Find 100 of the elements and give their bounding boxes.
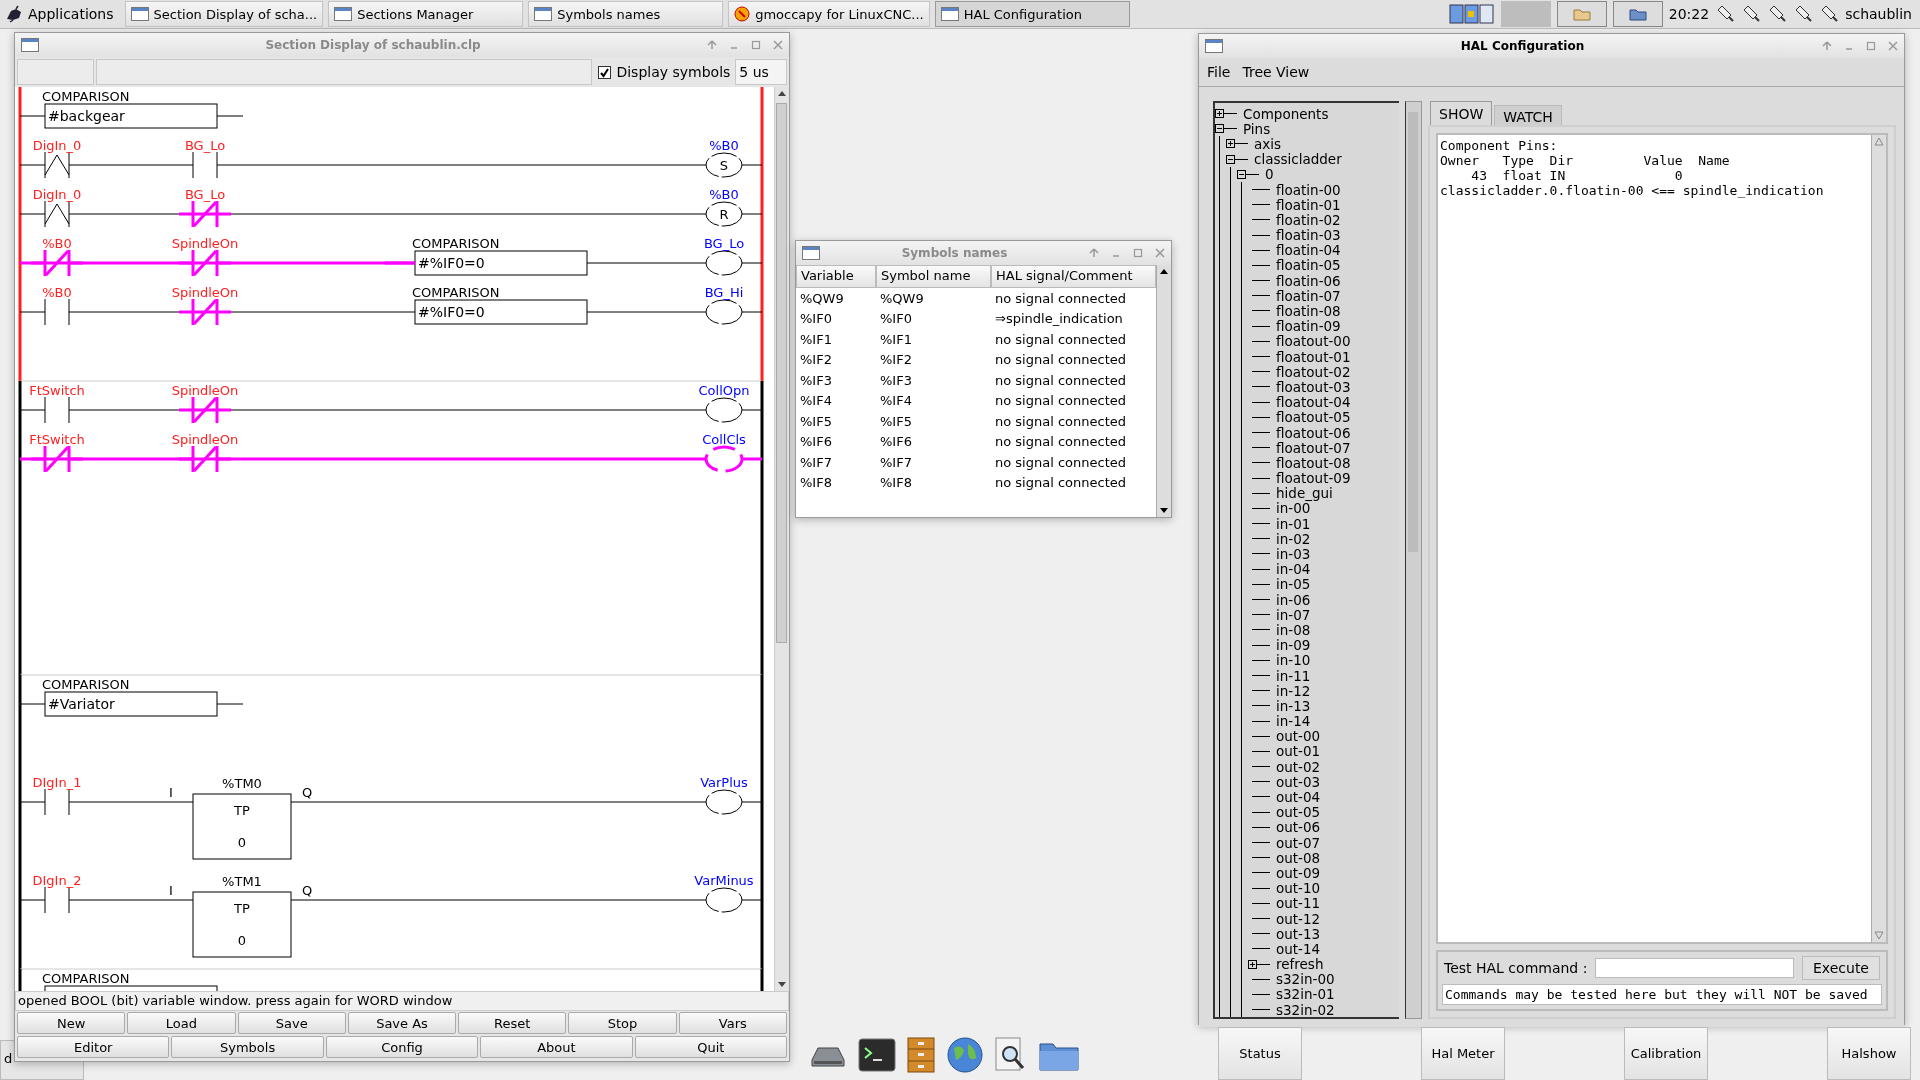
tree-item[interactable]: out-06 — [1276, 819, 1321, 836]
tree-item[interactable]: in-09 — [1276, 637, 1311, 654]
applications-menu[interactable]: Applications — [0, 1, 120, 27]
cabinet-icon[interactable] — [906, 1037, 936, 1073]
tree-item[interactable]: floatin-00 — [1276, 181, 1341, 198]
tree-item[interactable]: floatout-07 — [1276, 439, 1351, 456]
tree-item[interactable]: out-05 — [1276, 804, 1321, 821]
plug-icon[interactable] — [1715, 4, 1736, 24]
maximize-icon[interactable] — [1133, 248, 1143, 258]
tree-item[interactable]: out-00 — [1276, 728, 1321, 745]
tree-item[interactable]: floatout-04 — [1276, 394, 1351, 411]
toolbar-button[interactable]: Config — [325, 1036, 479, 1058]
tree-item[interactable]: out-04 — [1276, 789, 1321, 806]
plug-icon[interactable] — [1819, 4, 1840, 24]
panel-button[interactable]: Status — [1218, 1027, 1302, 1080]
taskbar-button[interactable]: Sections Manager — [328, 1, 524, 27]
tree-item[interactable]: floatin-07 — [1276, 287, 1341, 304]
tree-item[interactable]: floatout-00 — [1276, 333, 1351, 350]
tree-item[interactable]: in-02 — [1276, 530, 1311, 547]
tree-item[interactable]: floatout-08 — [1276, 454, 1351, 471]
tree-item[interactable]: floatin-05 — [1276, 257, 1341, 274]
taskbar-button[interactable]: Symbols names — [528, 1, 724, 27]
toolbar-button[interactable]: Stop — [568, 1012, 677, 1034]
checkbox[interactable] — [598, 65, 612, 79]
toolbar-button[interactable]: Editor — [17, 1036, 170, 1058]
tree-item[interactable]: in-06 — [1276, 591, 1311, 608]
column-header[interactable]: Variable — [796, 265, 876, 288]
tree-item[interactable]: Pins — [1243, 120, 1271, 137]
tree-item[interactable]: floatin-03 — [1276, 227, 1341, 244]
plug-icon[interactable] — [1741, 4, 1762, 24]
toolbar-button[interactable]: Vars — [678, 1012, 787, 1034]
tree-item[interactable]: floatin-02 — [1276, 211, 1341, 228]
column-header[interactable]: Symbol name — [876, 265, 991, 288]
panel-button[interactable]: Hal Meter — [1421, 1027, 1505, 1080]
tree-item[interactable]: classicladder — [1254, 151, 1342, 168]
tree-item[interactable]: in-03 — [1276, 546, 1311, 563]
tree-item[interactable]: floatin-06 — [1276, 272, 1341, 289]
tree-item[interactable]: out-13 — [1276, 925, 1321, 942]
toolbar-button[interactable]: Symbols — [171, 1036, 324, 1058]
tree-item[interactable]: floatout-03 — [1276, 378, 1351, 395]
plug-icon[interactable] — [1793, 4, 1814, 24]
tab[interactable]: WATCH — [1494, 105, 1562, 125]
tree-item[interactable]: in-01 — [1276, 515, 1311, 532]
tree-item[interactable]: in-10 — [1276, 652, 1311, 669]
scrollbar[interactable] — [1405, 101, 1422, 1020]
toolbar-button[interactable]: Save — [237, 1012, 346, 1034]
pin-icon[interactable] — [707, 40, 717, 50]
pin-icon[interactable] — [1822, 41, 1832, 51]
tree-item[interactable]: out-10 — [1276, 880, 1321, 897]
toolbar-button[interactable]: Load — [127, 1012, 236, 1034]
close-icon[interactable] — [1888, 41, 1898, 51]
launcher-button[interactable] — [1612, 1, 1663, 27]
toolbar-button[interactable]: Save As — [347, 1012, 457, 1034]
close-icon[interactable] — [773, 40, 783, 50]
workspace-switcher-icon[interactable] — [1448, 3, 1495, 25]
tree-item[interactable]: s32in-02 — [1276, 1001, 1335, 1018]
expand-icon[interactable] — [1215, 109, 1224, 119]
scrollbar[interactable] — [1156, 265, 1171, 517]
tree-item[interactable]: out-08 — [1276, 849, 1321, 866]
tree-item[interactable]: floatout-01 — [1276, 348, 1351, 365]
menu-item[interactable]: File — [1207, 64, 1231, 80]
expand-icon[interactable] — [1226, 139, 1235, 149]
launcher-button[interactable] — [1556, 1, 1607, 27]
period-field[interactable]: 5 us — [735, 59, 787, 85]
tree-item[interactable]: floatout-02 — [1276, 363, 1351, 380]
tree-item[interactable]: floatout-06 — [1276, 424, 1351, 441]
command-field[interactable] — [1595, 958, 1794, 979]
tree-item[interactable]: hide_gui — [1276, 485, 1333, 502]
tree-item[interactable]: in-08 — [1276, 621, 1311, 638]
toolbar-button[interactable]: About — [480, 1036, 633, 1058]
close-icon[interactable] — [1155, 248, 1165, 258]
tree-item[interactable]: floatin-04 — [1276, 242, 1341, 259]
globe-icon[interactable] — [946, 1036, 984, 1074]
tree-item[interactable]: out-12 — [1276, 910, 1321, 927]
execute-button[interactable]: Execute — [1802, 956, 1880, 981]
tree-item[interactable]: out-02 — [1276, 758, 1321, 775]
tree-item[interactable]: out-14 — [1276, 940, 1321, 957]
tree-item[interactable]: floatin-09 — [1276, 318, 1341, 335]
menu-item[interactable]: Tree View — [1242, 64, 1310, 80]
taskbar-button[interactable]: HAL Configuration — [934, 1, 1130, 27]
tree-item[interactable]: floatout-09 — [1276, 470, 1351, 487]
tree-item[interactable]: out-03 — [1276, 773, 1321, 790]
tree-item[interactable]: out-01 — [1276, 743, 1321, 760]
tree-item[interactable]: in-12 — [1276, 682, 1311, 699]
toolbar-button[interactable]: Reset — [458, 1012, 567, 1034]
tree-item[interactable]: Components — [1243, 105, 1329, 122]
maximize-icon[interactable] — [1866, 41, 1876, 51]
collapse-icon[interactable] — [1226, 154, 1235, 164]
plug-icon[interactable] — [1767, 4, 1788, 24]
scrollbar[interactable] — [774, 87, 789, 991]
tree-item[interactable]: in-00 — [1276, 500, 1311, 517]
toolbar-button[interactable]: New — [17, 1012, 126, 1034]
pin-icon[interactable] — [1089, 248, 1099, 258]
taskbar-button[interactable]: gmoccapy for LinuxCNC... — [728, 1, 930, 27]
tree-item[interactable]: axis — [1254, 135, 1282, 152]
tree-item[interactable]: out-09 — [1276, 864, 1321, 881]
collapse-icon[interactable] — [1215, 124, 1224, 134]
tree-item[interactable]: floatout-05 — [1276, 409, 1351, 426]
tree-item[interactable]: 0 — [1265, 166, 1274, 183]
collapse-icon[interactable] — [1237, 169, 1246, 179]
